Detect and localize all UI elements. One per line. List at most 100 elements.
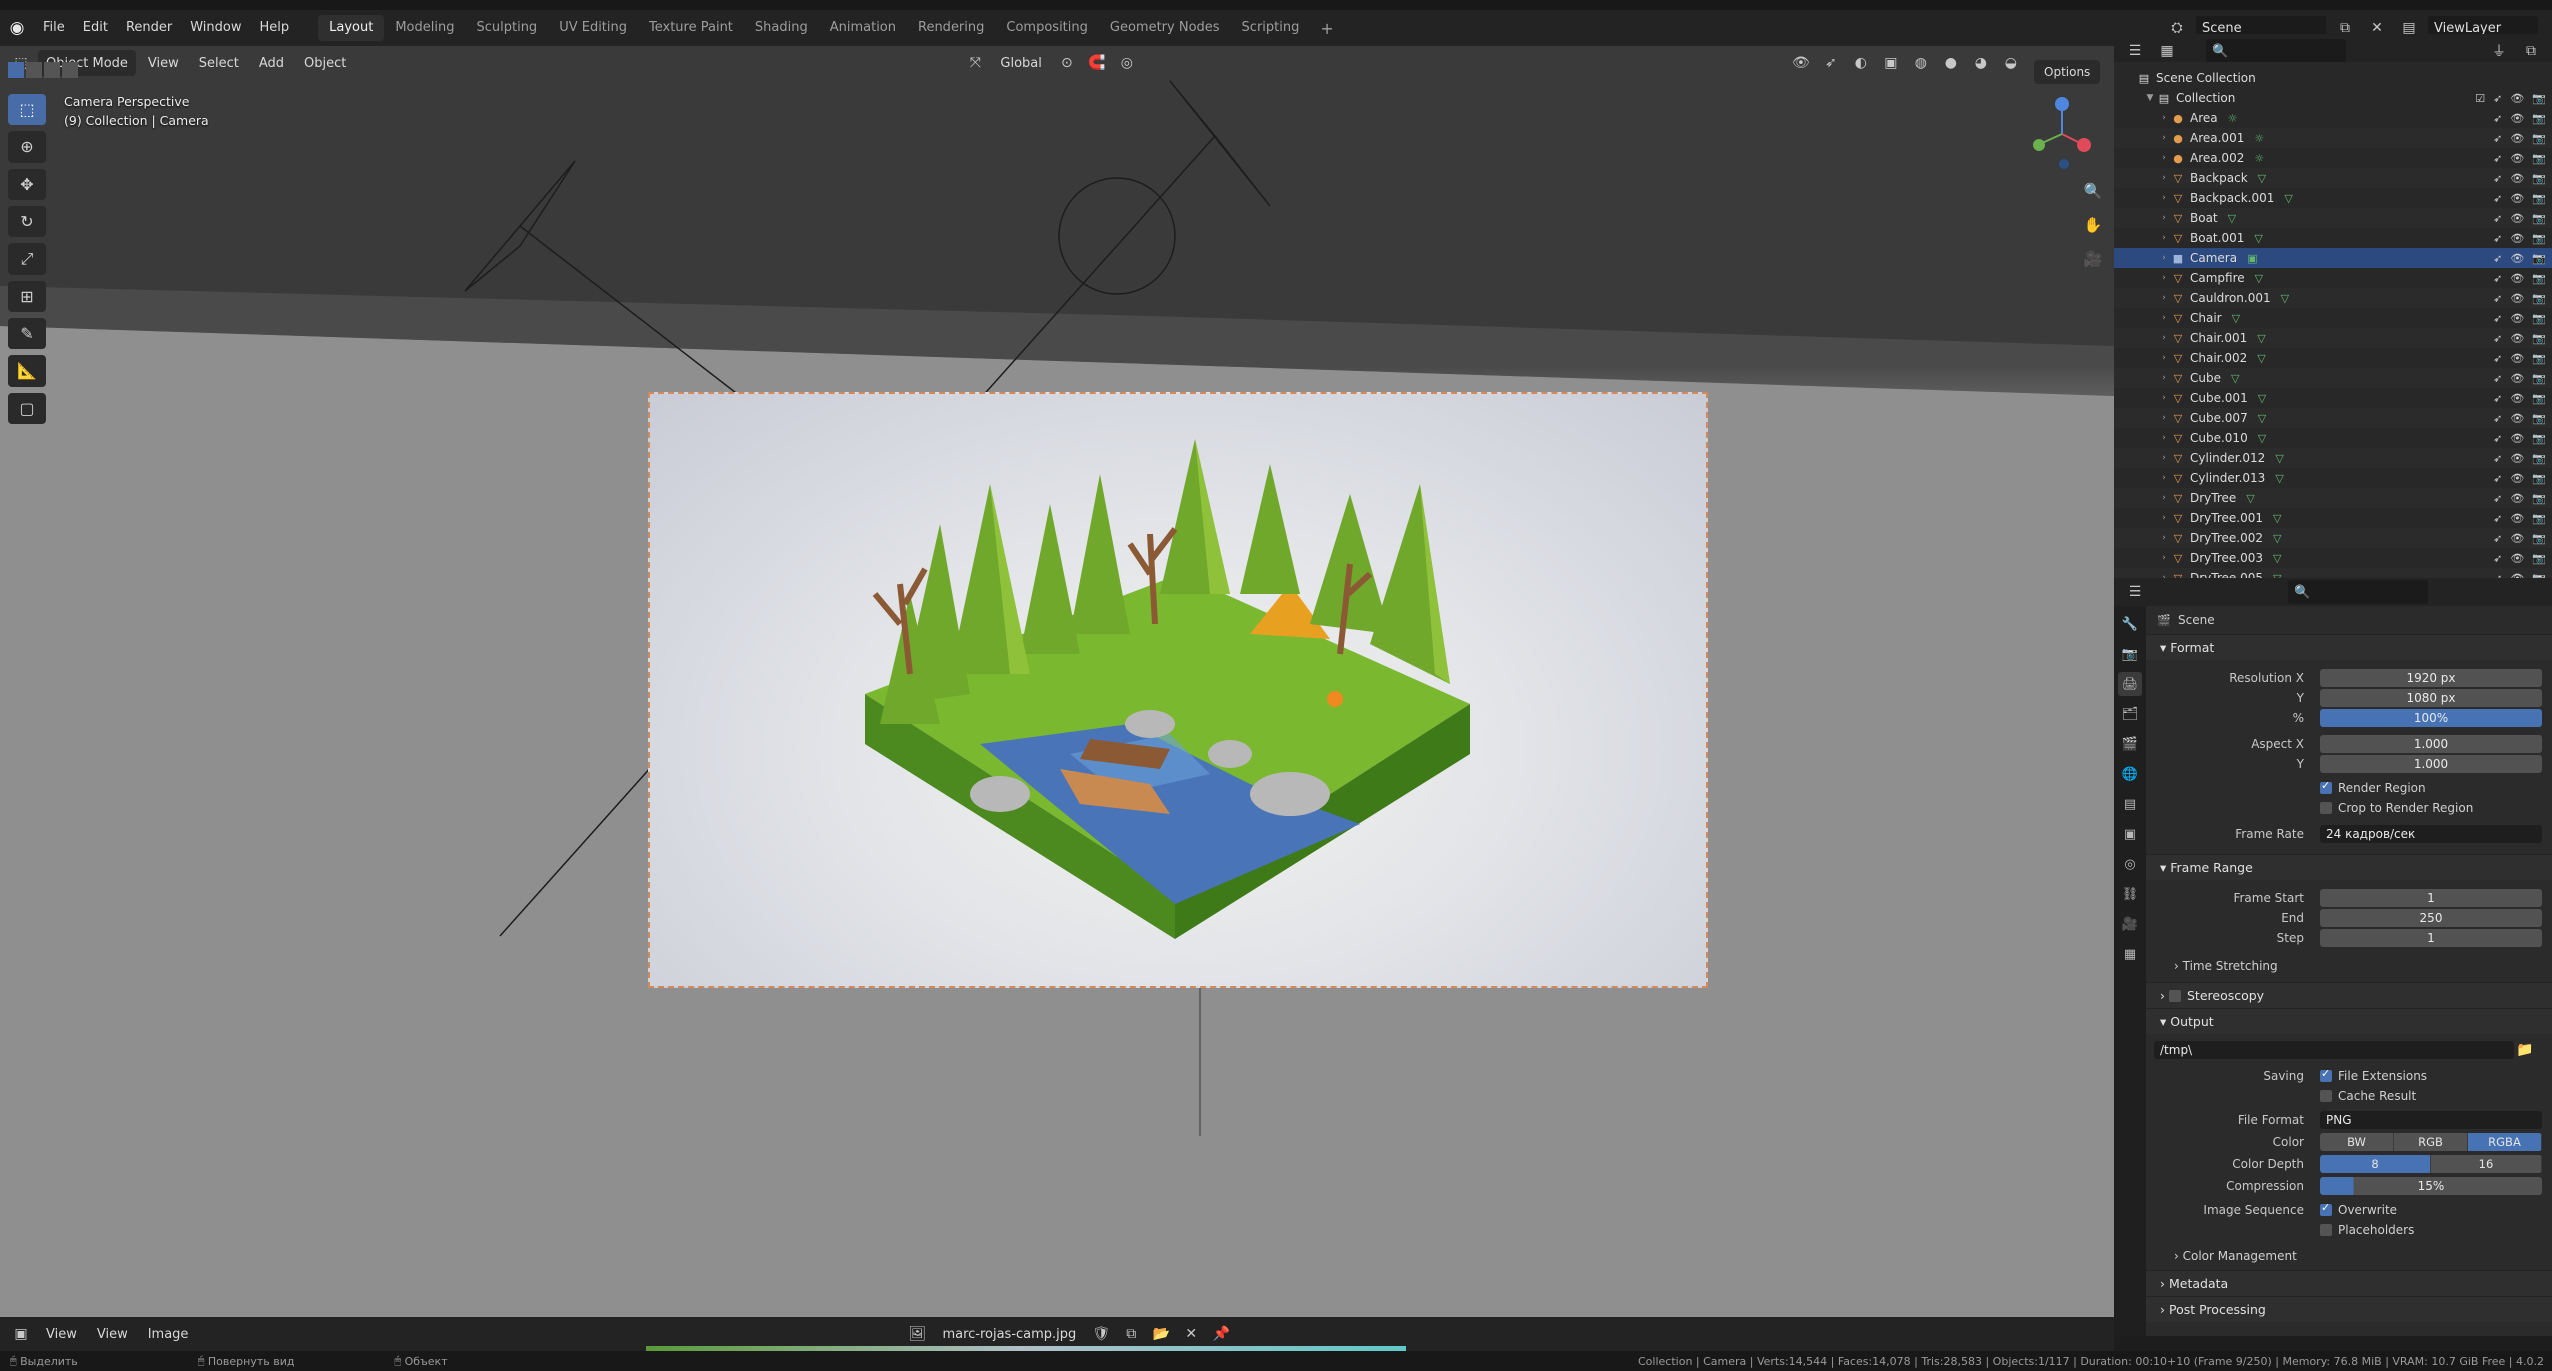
output-path-input[interactable]: /tmp\ <box>2154 1041 2514 1059</box>
frame-step-field[interactable]: 1 <box>2320 929 2542 947</box>
select-toggle-icon[interactable]: ➶ <box>2493 312 2502 325</box>
tool-tab-icon[interactable]: 🔧 <box>2118 612 2142 636</box>
filter-icon[interactable]: ⏚ <box>2486 38 2512 64</box>
select-toggle-icon[interactable]: ➶ <box>2493 212 2502 225</box>
gizmo-toggle-icon[interactable]: ➶ <box>1818 50 1844 76</box>
expand-icon[interactable]: › <box>2158 173 2170 183</box>
image-browse-icon[interactable]: 🖼 <box>904 1321 930 1347</box>
rotate-tool-icon[interactable]: ↻ <box>8 205 46 238</box>
render-toggle-icon[interactable]: 📷 <box>2532 172 2546 185</box>
outliner-item[interactable]: › ● Area.001 ☼ ➶ 👁 📷 <box>2114 128 2552 148</box>
outliner-item[interactable]: › ● Area.002 ☼ ➶ 👁 📷 <box>2114 148 2552 168</box>
eye-icon[interactable]: 👁 <box>2510 512 2524 525</box>
workspace-tab-scripting[interactable]: Scripting <box>1231 15 1311 41</box>
outliner-item[interactable]: › ▽ Cube.007 ▽ ➶ 👁 📷 <box>2114 408 2552 428</box>
render-tab-icon[interactable]: 📷 <box>2118 642 2142 666</box>
select-toggle-icon[interactable]: ➶ <box>2493 132 2502 145</box>
render-toggle-icon[interactable]: 📷 <box>2532 512 2546 525</box>
workspace-tab-texture-paint[interactable]: Texture Paint <box>638 15 744 41</box>
render-region-checkbox[interactable] <box>2320 779 2332 794</box>
neg-z-axis-handle[interactable] <box>2059 159 2069 169</box>
workspace-tab-animation[interactable]: Animation <box>819 15 907 41</box>
render-toggle-icon[interactable]: 📷 <box>2532 372 2546 385</box>
expand-icon[interactable]: › <box>2158 533 2170 543</box>
outliner-item[interactable]: › ▽ Cylinder.012 ▽ ➶ 👁 📷 <box>2114 448 2552 468</box>
resolution-pct-field[interactable]: 100% <box>2320 709 2542 727</box>
eye-icon[interactable]: 👁 <box>2510 312 2524 325</box>
outliner-item[interactable]: › ▽ Backpack.001 ▽ ➶ 👁 📷 <box>2114 188 2552 208</box>
resolution-y-field[interactable]: 1080 px <box>2320 689 2542 707</box>
depth-8-option[interactable]: 8 <box>2320 1155 2431 1173</box>
eye-icon[interactable]: 👁 <box>2510 192 2524 205</box>
workspace-tab-shading[interactable]: Shading <box>744 15 819 41</box>
viewport-menu-select[interactable]: Select <box>191 50 247 76</box>
exclude-checkbox[interactable]: ☑ <box>2475 92 2485 105</box>
properties-editor-icon[interactable]: ☰ <box>2122 579 2148 605</box>
select-toggle-icon[interactable]: ➶ <box>2493 412 2502 425</box>
select-toggle-icon[interactable]: ➶ <box>2493 552 2502 565</box>
menu-window[interactable]: Window <box>181 10 250 46</box>
select-toggle-icon[interactable]: ➶ <box>2493 292 2502 305</box>
render-toggle-icon[interactable]: 📷 <box>2532 272 2546 285</box>
render-toggle-icon[interactable]: 📷 <box>2532 352 2546 365</box>
eye-icon[interactable]: 👁 <box>2510 332 2524 345</box>
expand-icon[interactable]: › <box>2158 433 2170 443</box>
viewport-menu-add[interactable]: Add <box>251 50 292 76</box>
outliner-item[interactable]: › ▽ Cauldron.001 ▽ ➶ 👁 📷 <box>2114 288 2552 308</box>
select-toggle-icon[interactable]: ➶ <box>2493 92 2502 105</box>
outliner-item[interactable]: › ▽ Campfire ▽ ➶ 👁 📷 <box>2114 268 2552 288</box>
output-section-header[interactable]: ▾ Output <box>2146 1008 2552 1034</box>
resolution-x-field[interactable]: 1920 px <box>2320 669 2542 687</box>
eye-icon[interactable]: 👁 <box>2510 452 2524 465</box>
select-mode-new-icon[interactable] <box>8 62 24 78</box>
outliner-item[interactable]: › ▽ DryTree.005 ▽ ➶ 👁 📷 <box>2114 568 2552 578</box>
workspace-tab-rendering[interactable]: Rendering <box>907 15 995 41</box>
workspace-tab-compositing[interactable]: Compositing <box>995 15 1099 41</box>
eye-icon[interactable]: 👁 <box>2510 552 2524 565</box>
select-toggle-icon[interactable]: ➶ <box>2493 452 2502 465</box>
eye-icon[interactable]: 👁 <box>2510 132 2524 145</box>
annotate-tool-icon[interactable]: ✎ <box>8 317 46 350</box>
expand-icon[interactable]: › <box>2158 293 2170 303</box>
outliner-item[interactable]: › ▽ Chair.001 ▽ ➶ 👁 📷 <box>2114 328 2552 348</box>
menu-help[interactable]: Help <box>251 10 299 46</box>
outliner-item[interactable]: › ▽ Cube.001 ▽ ➶ 👁 📷 <box>2114 388 2552 408</box>
aspect-x-field[interactable]: 1.000 <box>2320 735 2542 753</box>
cursor-tool-icon[interactable]: ⊕ <box>8 131 46 163</box>
render-toggle-icon[interactable]: 📷 <box>2532 412 2546 425</box>
eye-icon[interactable]: 👁 <box>2510 112 2524 125</box>
collapse-icon[interactable]: ▼ <box>2144 93 2156 103</box>
placeholders-checkbox[interactable] <box>2320 1224 2332 1236</box>
select-toggle-icon[interactable]: ➶ <box>2493 172 2502 185</box>
output-tab-icon[interactable]: 🖨 <box>2118 672 2142 696</box>
select-toggle-icon[interactable]: ➶ <box>2493 232 2502 245</box>
select-toggle-icon[interactable]: ➶ <box>2493 532 2502 545</box>
display-mode-icon[interactable]: ▦ <box>2154 38 2180 64</box>
render-toggle-icon[interactable]: 📷 <box>2532 552 2546 565</box>
select-toggle-icon[interactable]: ➶ <box>2493 472 2502 485</box>
outliner-item[interactable]: › ▽ DryTree ▽ ➶ 👁 📷 <box>2114 488 2552 508</box>
pan-hand-icon[interactable]: ✋ <box>2078 210 2108 240</box>
new-image-icon[interactable]: ⧉ <box>1118 1321 1144 1347</box>
proportional-edit-icon[interactable]: ◎ <box>1114 50 1140 76</box>
select-toggle-icon[interactable]: ➶ <box>2493 272 2502 285</box>
eye-icon[interactable]: 👁 <box>2510 392 2524 405</box>
overwrite-checkbox[interactable] <box>2320 1201 2332 1216</box>
outliner-item[interactable]: › ▽ Boat.001 ▽ ➶ 👁 📷 <box>2114 228 2552 248</box>
color-bw-option[interactable]: BW <box>2320 1133 2394 1151</box>
render-toggle-icon[interactable]: 📷 <box>2532 472 2546 485</box>
render-toggle-icon[interactable]: 📷 <box>2532 132 2546 145</box>
expand-icon[interactable]: › <box>2158 493 2170 503</box>
constraints-tab-icon[interactable]: ⛓ <box>2118 882 2142 906</box>
color-management-subpanel[interactable]: › Color Management <box>2146 1246 2552 1266</box>
render-toggle-icon[interactable]: 📷 <box>2532 312 2546 325</box>
eye-icon[interactable]: 👁 <box>2510 232 2524 245</box>
data-tab-icon[interactable]: 🎥 <box>2118 912 2142 936</box>
outliner-editor-icon[interactable]: ☰ <box>2122 38 2148 64</box>
new-collection-icon[interactable]: ⧉ <box>2518 38 2544 64</box>
render-toggle-icon[interactable]: 📷 <box>2532 152 2546 165</box>
viewport-menu-object[interactable]: Object <box>296 50 354 76</box>
view-layer-tab-icon[interactable]: 🗂 <box>2118 702 2142 726</box>
scene-tab-icon[interactable]: 🎬 <box>2118 732 2142 756</box>
texture-tab-icon[interactable]: ▦ <box>2118 942 2142 966</box>
